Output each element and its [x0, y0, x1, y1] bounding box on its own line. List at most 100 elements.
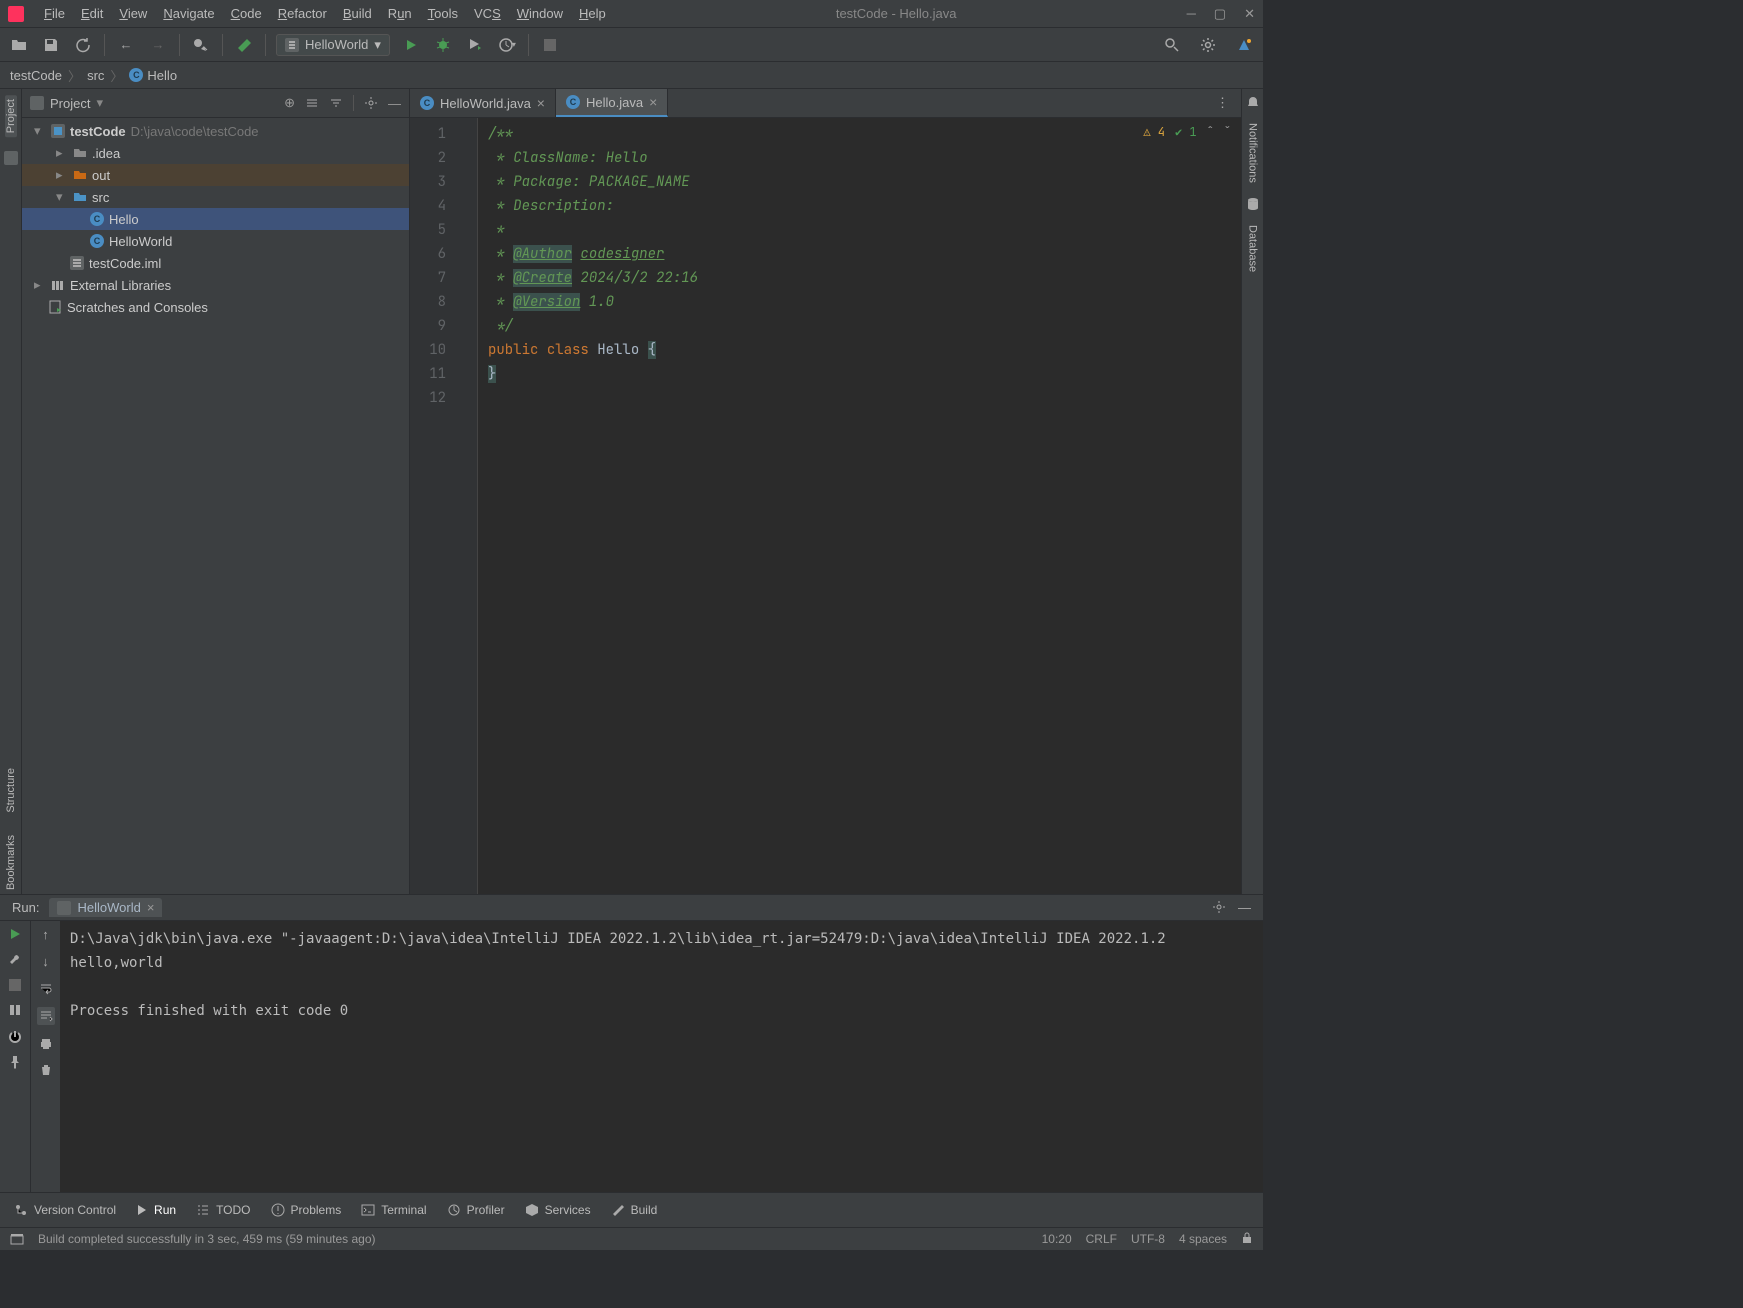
line-num[interactable]: 10 — [410, 338, 462, 362]
ide-update-icon[interactable] — [1233, 34, 1255, 56]
tree-helloworld[interactable]: C HelloWorld — [22, 230, 409, 252]
project-title[interactable]: Project ▾ — [30, 95, 103, 111]
tab-helloworld[interactable]: C HelloWorld.java × — [410, 89, 556, 117]
crumb-class[interactable]: C Hello — [129, 68, 177, 83]
refresh-icon[interactable] — [72, 34, 94, 56]
database-icon[interactable] — [1246, 197, 1260, 211]
menu-vcs[interactable]: VCS — [474, 6, 501, 21]
coverage-icon[interactable] — [464, 34, 486, 56]
tree-scratch[interactable]: Scratches and Consoles — [22, 296, 409, 318]
profile-icon[interactable]: ▾ — [496, 34, 518, 56]
up-icon[interactable]: ↑ — [42, 927, 49, 942]
line-num[interactable]: 8 — [410, 290, 462, 314]
forward-icon[interactable]: → — [147, 34, 169, 56]
rail-bookmarks[interactable]: Bookmarks — [5, 831, 17, 894]
bell-icon[interactable] — [1246, 95, 1260, 109]
status-indicator-icon[interactable] — [10, 1232, 24, 1246]
menu-navigate[interactable]: Navigate — [163, 6, 214, 21]
line-num[interactable]: 6 — [410, 242, 462, 266]
tree-ext[interactable]: ▸ External Libraries — [22, 274, 409, 296]
run-config-select[interactable]: HelloWorld ▾ — [276, 34, 390, 56]
menu-window[interactable]: Window — [517, 6, 563, 21]
hide-icon[interactable]: — — [1238, 900, 1251, 915]
line-num[interactable]: 3 — [410, 170, 462, 194]
print-icon[interactable] — [39, 1037, 53, 1051]
menu-help[interactable]: Help — [579, 6, 606, 21]
tree-idea[interactable]: ▸ .idea — [22, 142, 409, 164]
hide-icon[interactable]: — — [388, 96, 401, 111]
menu-build[interactable]: Build — [343, 6, 372, 21]
run-console[interactable]: D:\Java\jdk\bin\java.exe "-javaagent:D:\… — [60, 921, 1263, 1192]
bottom-terminal[interactable]: Terminal — [361, 1203, 426, 1217]
line-num[interactable]: 4 — [410, 194, 462, 218]
bottom-todo[interactable]: TODO — [196, 1203, 250, 1217]
line-num[interactable]: 7 — [410, 266, 462, 290]
caret-position[interactable]: 10:20 — [1042, 1232, 1072, 1246]
settings-icon[interactable] — [1197, 34, 1219, 56]
crumb-folder[interactable]: src — [87, 68, 104, 83]
menu-refactor[interactable]: Refactor — [278, 6, 327, 21]
menu-code[interactable]: Code — [231, 6, 262, 21]
exit-icon[interactable] — [8, 1029, 22, 1043]
collapse-all-icon[interactable] — [329, 96, 343, 110]
close-tab-icon[interactable]: × — [649, 94, 657, 110]
editor-more-icon[interactable]: ⋮ — [1204, 89, 1241, 117]
stop-icon[interactable] — [9, 979, 21, 991]
tree-out[interactable]: ▸ out — [22, 164, 409, 186]
rerun-icon[interactable] — [8, 927, 22, 941]
tree-root[interactable]: ▾ testCode D:\java\code\testCode — [22, 120, 409, 142]
select-opened-file-icon[interactable]: ⊕ — [284, 95, 295, 111]
menu-file[interactable]: File — [44, 6, 65, 21]
indent[interactable]: 4 spaces — [1179, 1232, 1227, 1246]
editor-body[interactable]: 1 2 3 4 5 6 7 8 9 10 11 12 /** * ClassNa… — [410, 118, 1241, 894]
menu-view[interactable]: View — [119, 6, 147, 21]
build-icon[interactable] — [233, 34, 255, 56]
run-icon[interactable] — [400, 34, 422, 56]
tree-src[interactable]: ▾ src — [22, 186, 409, 208]
bottom-build[interactable]: Build — [611, 1203, 658, 1217]
code-content[interactable]: /** * ClassName: Hello * Package: PACKAG… — [478, 118, 1241, 894]
wrench-icon[interactable] — [8, 953, 22, 967]
line-num[interactable]: 9 — [410, 314, 462, 338]
menu-edit[interactable]: Edit — [81, 6, 103, 21]
bottom-vcs[interactable]: Version Control — [14, 1203, 116, 1217]
line-num[interactable]: 11 — [410, 362, 462, 386]
close-tab-icon[interactable]: × — [147, 900, 155, 915]
rail-database[interactable]: Database — [1247, 221, 1259, 276]
readonly-icon[interactable] — [1241, 1232, 1253, 1246]
line-separator[interactable]: CRLF — [1086, 1232, 1117, 1246]
rail-structure[interactable]: Structure — [5, 764, 17, 817]
pin-icon[interactable] — [8, 1055, 22, 1069]
minimize-icon[interactable]: ─ — [1187, 6, 1196, 22]
tree-hello[interactable]: C Hello — [22, 208, 409, 230]
run-tab[interactable]: HelloWorld × — [49, 898, 162, 917]
prev-highlight-icon[interactable]: ˆ — [1207, 124, 1214, 140]
menu-tools[interactable]: Tools — [428, 6, 458, 21]
close-icon[interactable]: ✕ — [1244, 6, 1255, 22]
next-highlight-icon[interactable]: ˇ — [1224, 124, 1231, 140]
dump-threads-icon[interactable] — [8, 1003, 22, 1017]
stop-icon[interactable] — [539, 34, 561, 56]
maximize-icon[interactable]: ▢ — [1214, 6, 1226, 22]
line-num[interactable]: 5 — [410, 218, 462, 242]
bottom-services[interactable]: Services — [525, 1203, 591, 1217]
bottom-problems[interactable]: Problems — [271, 1203, 342, 1217]
save-all-icon[interactable] — [40, 34, 62, 56]
back-icon[interactable]: ← — [115, 34, 137, 56]
bottom-run[interactable]: Run — [136, 1203, 176, 1217]
menu-run[interactable]: Run — [388, 6, 412, 21]
expand-all-icon[interactable] — [305, 96, 319, 110]
open-icon[interactable] — [8, 34, 30, 56]
editor-problems-status[interactable]: ⚠ 4 ✔ 1 ˆ ˇ — [1143, 124, 1231, 140]
scroll-end-icon[interactable] — [37, 1007, 55, 1025]
gear-icon[interactable] — [1212, 900, 1226, 915]
rail-notifications[interactable]: Notifications — [1247, 119, 1259, 187]
debug-icon[interactable] — [432, 34, 454, 56]
gear-icon[interactable] — [364, 96, 378, 110]
line-num[interactable]: 1 — [410, 122, 462, 146]
line-num[interactable]: 12 — [410, 386, 462, 410]
rail-project[interactable]: Project — [5, 95, 17, 137]
search-icon[interactable] — [1161, 34, 1183, 56]
tree-iml[interactable]: testCode.iml — [22, 252, 409, 274]
fold-column[interactable] — [462, 118, 478, 894]
